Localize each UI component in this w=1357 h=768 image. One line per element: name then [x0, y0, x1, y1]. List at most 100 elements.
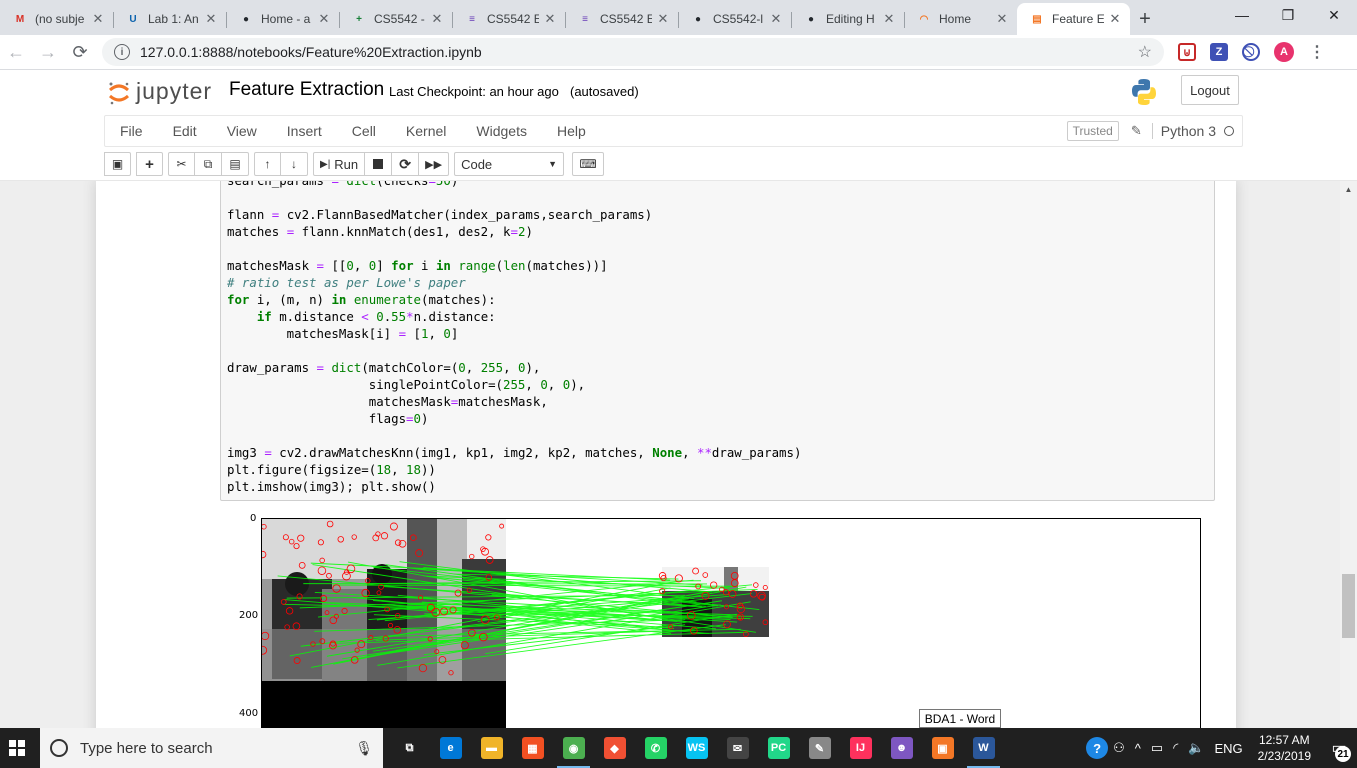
- menu-help[interactable]: Help: [542, 123, 601, 139]
- browser-tab[interactable]: ≡ CS5542 E ✕: [452, 3, 565, 35]
- intellij-icon: IJ: [849, 737, 872, 759]
- browser-tab[interactable]: + CS5542 - ✕: [339, 3, 452, 35]
- webstorm-taskbar-button[interactable]: WS: [676, 728, 717, 768]
- new-tab-button[interactable]: +: [1130, 3, 1160, 35]
- cat-app-taskbar-button[interactable]: ☻: [881, 728, 922, 768]
- file-explorer-taskbar-button[interactable]: ▬: [471, 728, 512, 768]
- pocket-extension-icon[interactable]: ⊍: [1178, 43, 1196, 61]
- cut-cells-button[interactable]: ✂: [168, 152, 195, 176]
- close-tab-icon[interactable]: ✕: [430, 11, 444, 27]
- close-tab-icon[interactable]: ✕: [204, 11, 218, 27]
- copy-cells-button[interactable]: ⧉: [195, 152, 222, 176]
- scroll-up-arrow-icon[interactable]: ▲: [1340, 181, 1357, 198]
- browser-tab[interactable]: ◠ Home ✕: [904, 3, 1017, 35]
- minimize-icon[interactable]: —: [1219, 0, 1265, 30]
- intellij-taskbar-button[interactable]: IJ: [840, 728, 881, 768]
- arrow-down-icon: ↓: [291, 157, 297, 171]
- action-center-button[interactable]: ▭ 21: [1321, 728, 1357, 768]
- mail-taskbar-button[interactable]: ✉: [717, 728, 758, 768]
- page-scrollbar[interactable]: ▲: [1340, 181, 1357, 728]
- chrome-taskbar-button[interactable]: ◉: [553, 728, 594, 768]
- git-taskbar-button[interactable]: ◆: [594, 728, 635, 768]
- close-tab-icon[interactable]: ✕: [91, 11, 105, 27]
- code-line: matchesMask = [[0, 0] for i in range(len…: [227, 258, 608, 273]
- notebook-scroll-area[interactable]: search_params = dict(checks=50) flann = c…: [0, 181, 1340, 728]
- pycharm-taskbar-button[interactable]: PC: [758, 728, 799, 768]
- scrollbar-thumb[interactable]: [1342, 574, 1355, 638]
- run-button[interactable]: ▶| Run: [313, 152, 366, 176]
- restart-kernel-button[interactable]: ⟳: [392, 152, 420, 176]
- code-editor[interactable]: search_params = dict(checks=50) flann = c…: [227, 181, 801, 495]
- close-tab-icon[interactable]: ✕: [656, 11, 670, 27]
- command-palette-button[interactable]: ⌨: [572, 152, 605, 176]
- restore-icon[interactable]: ❐: [1265, 0, 1311, 30]
- reload-button[interactable]: ⟳: [64, 36, 96, 68]
- taskbar-search-box[interactable]: Type here to search 🎙: [40, 728, 383, 768]
- back-button[interactable]: ←: [0, 36, 32, 68]
- close-window-icon[interactable]: ✕: [1311, 0, 1357, 30]
- cell-type-select[interactable]: Code ▼: [454, 152, 565, 176]
- browser-tab[interactable]: ● Editing H ✕: [791, 3, 904, 35]
- jupyter-logo-icon: [108, 81, 130, 104]
- browser-tab[interactable]: ▤ Feature E ✕: [1017, 3, 1130, 35]
- browser-tab[interactable]: M (no subje ✕: [0, 3, 113, 35]
- move-cell-up-button[interactable]: ↑: [254, 152, 281, 176]
- close-tab-icon[interactable]: ✕: [1108, 11, 1122, 27]
- whatsapp-taskbar-button[interactable]: ✆: [635, 728, 676, 768]
- site-info-icon[interactable]: i: [114, 44, 130, 60]
- paint-taskbar-button[interactable]: ✎: [799, 728, 840, 768]
- jupyter-logo[interactable]: jupyter: [108, 78, 212, 105]
- menu-insert[interactable]: Insert: [272, 123, 337, 139]
- people-icon[interactable]: ⚇: [1108, 740, 1130, 756]
- save-button[interactable]: ▣: [104, 152, 131, 176]
- browser-tab[interactable]: U Lab 1: An ✕: [113, 3, 226, 35]
- forward-button[interactable]: →: [32, 36, 64, 68]
- menu-file[interactable]: File: [105, 123, 158, 139]
- store-taskbar-button[interactable]: ▦: [512, 728, 553, 768]
- task-view-taskbar-button[interactable]: ⧉: [389, 728, 430, 768]
- checkpoint-status: Last Checkpoint: an hour ago: [389, 84, 559, 99]
- menu-kernel[interactable]: Kernel: [391, 123, 461, 139]
- help-icon[interactable]: ?: [1086, 737, 1109, 759]
- menu-cell[interactable]: Cell: [337, 123, 391, 139]
- restart-run-all-button[interactable]: ▶▶: [419, 152, 450, 176]
- browser-tab[interactable]: ≡ CS5542 E ✕: [565, 3, 678, 35]
- menu-widgets[interactable]: Widgets: [461, 123, 542, 139]
- close-tab-icon[interactable]: ✕: [317, 11, 331, 27]
- insert-cell-below-button[interactable]: +: [136, 152, 163, 176]
- menu-view[interactable]: View: [212, 123, 272, 139]
- window-controls: — ❐ ✕: [1219, 0, 1357, 30]
- logout-button[interactable]: Logout: [1181, 75, 1239, 105]
- paste-cells-button[interactable]: ▤: [222, 152, 249, 176]
- word-taskbar-button[interactable]: W: [963, 728, 1004, 768]
- presenter-taskbar-button[interactable]: ▣: [922, 728, 963, 768]
- close-tab-icon[interactable]: ✕: [543, 11, 557, 27]
- browser-tab[interactable]: ● Home - a ✕: [226, 3, 339, 35]
- taskbar-clock[interactable]: 12:57 AM 2/23/2019: [1248, 732, 1321, 764]
- block-extension-icon[interactable]: ⃠: [1242, 43, 1260, 61]
- edge-taskbar-button[interactable]: e: [430, 728, 471, 768]
- move-cell-down-button[interactable]: ↓: [281, 152, 308, 176]
- browser-tab[interactable]: ● CS5542-l ✕: [678, 3, 791, 35]
- code-cell[interactable]: search_params = dict(checks=50) flann = c…: [220, 181, 1215, 501]
- notebook-title[interactable]: Feature Extraction: [229, 79, 384, 101]
- microphone-icon[interactable]: 🎙: [355, 740, 373, 757]
- menu-edit[interactable]: Edit: [158, 123, 212, 139]
- profile-avatar[interactable]: A: [1274, 42, 1294, 62]
- show-hidden-icons-chevron-icon[interactable]: ^: [1130, 741, 1146, 756]
- address-bar[interactable]: i 127.0.0.1:8888/notebooks/Feature%20Ext…: [102, 38, 1164, 66]
- volume-icon[interactable]: 🔈: [1183, 740, 1209, 756]
- input-language[interactable]: ENG: [1209, 741, 1247, 756]
- close-tab-icon[interactable]: ✕: [769, 11, 783, 27]
- interrupt-kernel-button[interactable]: [365, 152, 393, 176]
- zotero-extension-icon[interactable]: Z: [1210, 43, 1228, 61]
- fast-forward-icon: ▶▶: [425, 158, 443, 171]
- close-tab-icon[interactable]: ✕: [882, 11, 896, 27]
- start-button[interactable]: [0, 728, 34, 768]
- close-tab-icon[interactable]: ✕: [995, 11, 1009, 27]
- wifi-icon[interactable]: ◜: [1168, 740, 1183, 756]
- chrome-menu-icon[interactable]: ⋮: [1308, 43, 1326, 61]
- battery-icon[interactable]: ▭: [1146, 740, 1168, 756]
- trusted-indicator[interactable]: Trusted: [1066, 121, 1119, 141]
- bookmark-star-icon[interactable]: ☆: [1138, 42, 1152, 62]
